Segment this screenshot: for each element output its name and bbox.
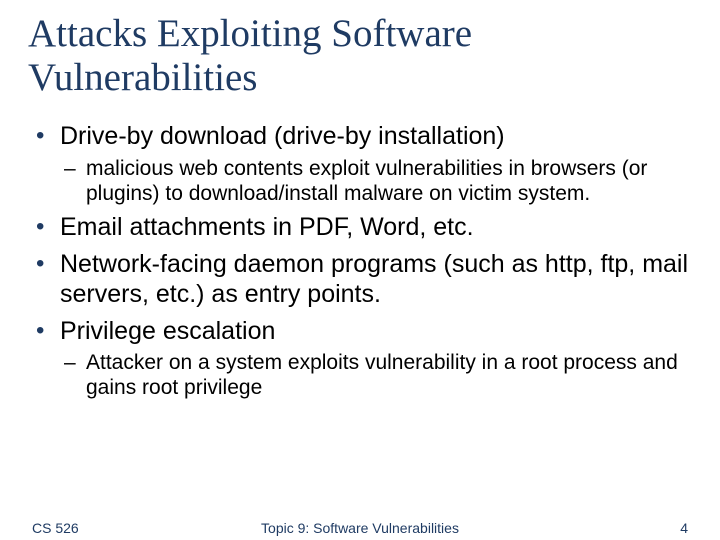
bullet-list: Drive-by download (drive-by installation… — [28, 121, 692, 400]
list-item: Email attachments in PDF, Word, etc. — [28, 212, 692, 243]
sub-item: malicious web contents exploit vulnerabi… — [60, 156, 692, 206]
list-item: Network-facing daemon programs (such as … — [28, 249, 692, 310]
slide-title: Attacks Exploiting Software Vulnerabilit… — [28, 12, 692, 99]
bullet-text: Email attachments in PDF, Word, etc. — [60, 213, 474, 241]
sub-list: Attacker on a system exploits vulnerabil… — [60, 350, 692, 400]
bullet-text: Network-facing daemon programs (such as … — [60, 250, 688, 309]
bullet-text: Drive-by download (drive-by installation… — [60, 122, 505, 150]
page-number: 4 — [680, 520, 688, 536]
list-item: Drive-by download (drive-by installation… — [28, 121, 692, 206]
footer-topic: Topic 9: Software Vulnerabilities — [0, 520, 720, 536]
sub-item: Attacker on a system exploits vulnerabil… — [60, 350, 692, 400]
bullet-text: Privilege escalation — [60, 317, 275, 345]
sub-list: malicious web contents exploit vulnerabi… — [60, 156, 692, 206]
list-item: Privilege escalation Attacker on a syste… — [28, 316, 692, 401]
